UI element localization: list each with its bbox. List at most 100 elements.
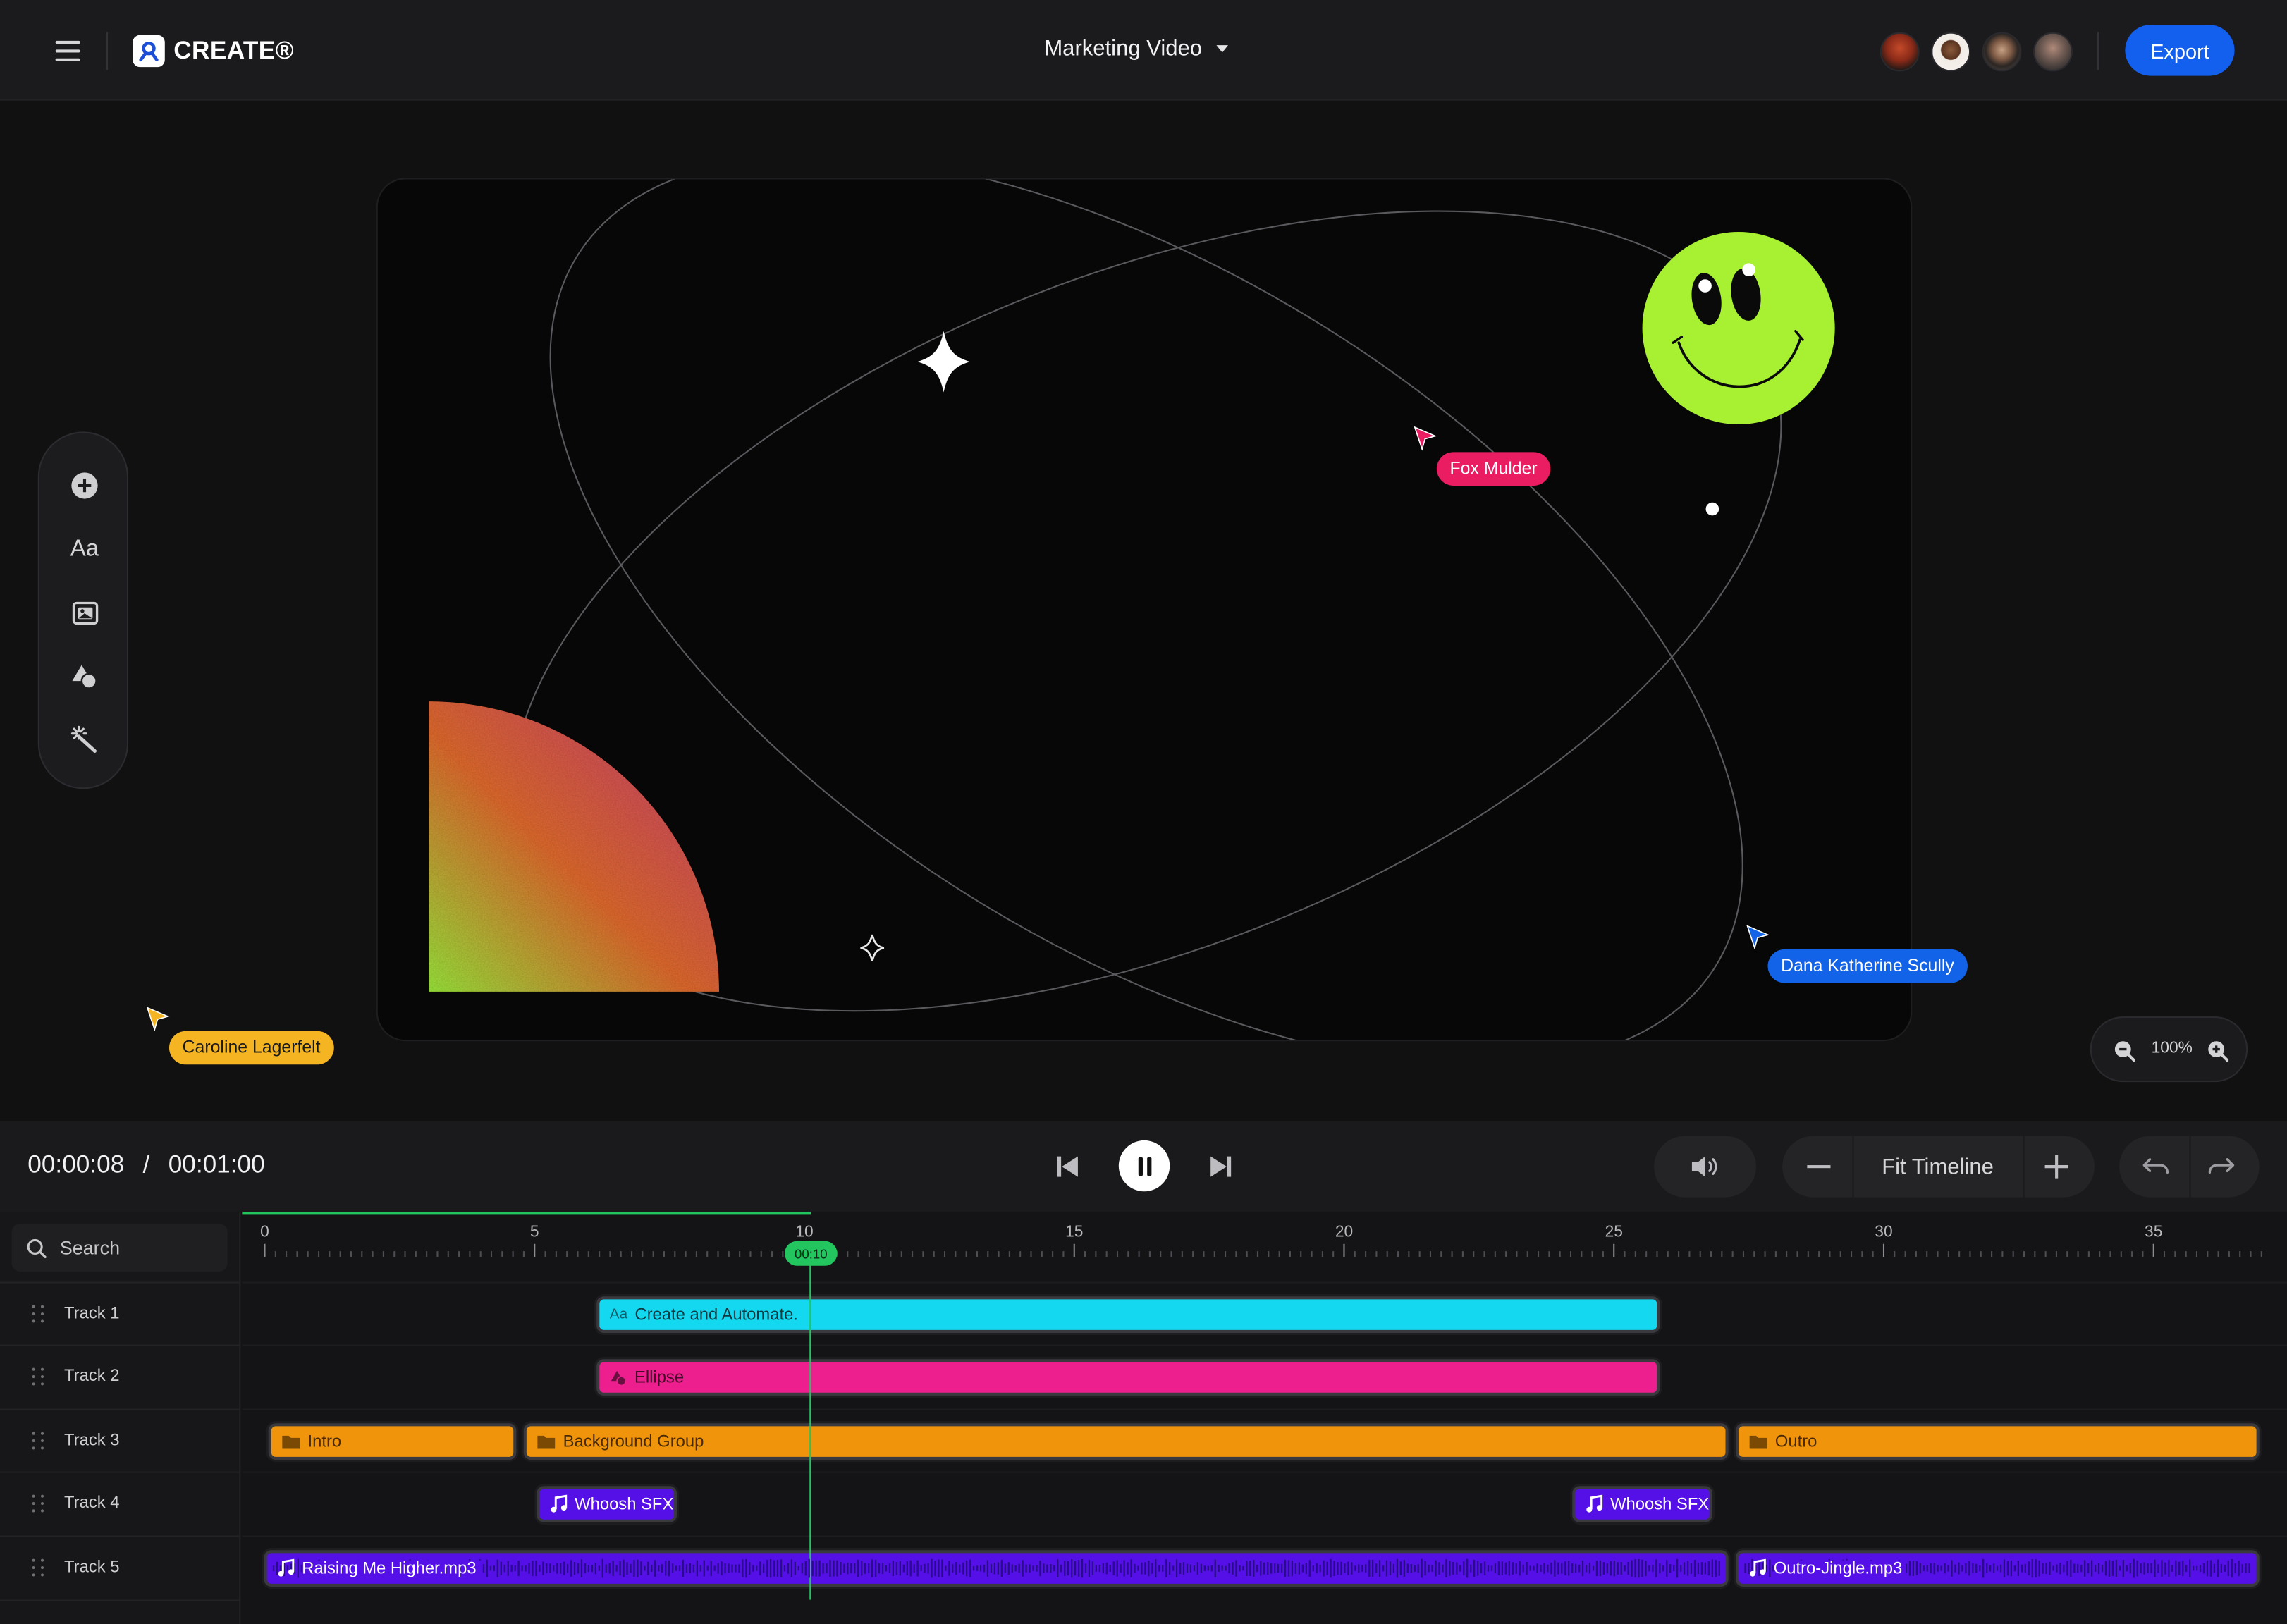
playhead-line[interactable] — [809, 1241, 811, 1600]
track-row[interactable]: Track 5 — [0, 1535, 241, 1599]
waveform-bar — [2185, 1565, 2188, 1572]
clip-audio[interactable]: Raising Me Higher.mp3 — [264, 1550, 1729, 1587]
waveform-bar — [1676, 1558, 1679, 1578]
zoom-in-icon[interactable] — [2204, 1037, 2230, 1063]
waveform-bar — [920, 1565, 922, 1572]
project-title-dropdown[interactable]: Marketing Video — [1044, 37, 1229, 61]
export-button[interactable]: Export — [2125, 25, 2235, 76]
search-input[interactable]: Search — [11, 1223, 228, 1272]
drag-handle-icon[interactable] — [32, 1494, 46, 1513]
text-icon[interactable]: Aa — [63, 528, 106, 572]
add-icon[interactable] — [63, 464, 106, 508]
skip-forward-icon[interactable] — [1205, 1150, 1237, 1183]
ruler-label: 20 — [1335, 1223, 1354, 1241]
music-note-icon — [277, 1558, 295, 1578]
drag-handle-icon[interactable] — [32, 1558, 46, 1577]
clip-group[interactable]: Intro — [268, 1423, 517, 1460]
small-sparkle[interactable] — [860, 934, 885, 961]
waveform-bar — [1004, 1563, 1006, 1573]
clip-text[interactable]: Aa Create and Automate. — [596, 1296, 1660, 1333]
waveform-bar — [808, 1558, 810, 1578]
waveform-bar — [2084, 1560, 2086, 1577]
fit-timeline-button[interactable]: Fit Timeline — [1854, 1136, 2022, 1198]
waveform-bar — [668, 1560, 670, 1577]
playhead-handle[interactable]: 00:10 — [785, 1241, 838, 1266]
waveform-bar — [1144, 1562, 1146, 1575]
waveform-bar — [553, 1565, 555, 1572]
waveform-bar — [703, 1560, 705, 1577]
waveform-bar — [773, 1560, 775, 1577]
redo-icon[interactable] — [2205, 1152, 2238, 1181]
waveform-bar — [1151, 1563, 1153, 1574]
video-canvas[interactable] — [376, 178, 1913, 1042]
pause-button[interactable] — [1118, 1140, 1170, 1192]
editor-stage: Aa Fox Mulder Dana Katherine Scully Caro… — [0, 100, 2287, 1121]
waveform-bar — [1298, 1562, 1301, 1575]
waveform-bar — [1504, 1562, 1507, 1575]
folder-icon — [281, 1434, 300, 1450]
waveform-bar — [1403, 1560, 1405, 1577]
smiley-sticker[interactable] — [1642, 231, 1835, 425]
drag-handle-icon[interactable] — [32, 1367, 46, 1386]
image-icon[interactable] — [63, 591, 106, 634]
waveform-bar — [972, 1565, 975, 1571]
track-row[interactable]: Track 1 — [0, 1281, 241, 1345]
waveform-bar — [1270, 1563, 1273, 1574]
waveform-bar — [1406, 1563, 1409, 1573]
waveform-bar — [1253, 1560, 1255, 1577]
clip-audio[interactable]: Outro-Jingle.mp3 — [1735, 1550, 2260, 1587]
skip-back-icon[interactable] — [1052, 1150, 1084, 1183]
waveform-bar — [1060, 1564, 1062, 1573]
zoom-out-icon[interactable] — [2111, 1037, 2137, 1063]
track-row[interactable]: Track 2 — [0, 1344, 241, 1408]
waveform-bar — [2202, 1563, 2205, 1574]
avatar[interactable] — [1982, 32, 2022, 72]
waveform-bar — [850, 1563, 852, 1574]
plus-icon[interactable] — [2040, 1152, 2073, 1181]
drag-handle-icon[interactable] — [32, 1431, 46, 1451]
sparkle-star[interactable] — [917, 331, 970, 393]
waveform-bar — [1347, 1561, 1349, 1575]
gradient-quarter-circle[interactable] — [429, 701, 719, 992]
waveform-bar — [1610, 1561, 1612, 1576]
avatar[interactable] — [2033, 32, 2073, 72]
drag-handle-icon[interactable] — [32, 1304, 46, 1324]
avatar[interactable] — [1931, 32, 1971, 72]
waveform-bar — [969, 1559, 971, 1577]
timeline-ruler[interactable]: 0 5 10 15 20 25 30 35 — [242, 1212, 2287, 1270]
track-row[interactable]: Track 3 — [0, 1408, 241, 1472]
waveform-bar — [1417, 1564, 1419, 1573]
waveform-bar — [1123, 1560, 1125, 1577]
waveform-bar — [1470, 1564, 1472, 1573]
clip-group[interactable]: Outro — [1735, 1423, 2260, 1460]
waveform-bar — [1547, 1564, 1549, 1573]
waveform-bar — [1102, 1563, 1104, 1574]
volume-icon[interactable] — [1689, 1152, 1722, 1181]
avatar[interactable] — [1880, 32, 1920, 72]
waveform-bar — [535, 1561, 537, 1577]
shapes-icon[interactable] — [63, 655, 106, 699]
magic-wand-icon[interactable] — [63, 718, 106, 761]
minus-icon[interactable] — [1803, 1152, 1835, 1181]
waveform-bar — [598, 1565, 600, 1571]
waveform-bar — [836, 1560, 838, 1577]
waveform-bar — [1312, 1565, 1314, 1572]
waveform-bar — [826, 1563, 828, 1574]
waveform-bar — [1014, 1565, 1017, 1572]
undo-icon[interactable] — [2140, 1152, 2172, 1181]
clip-shape[interactable]: Ellipse — [596, 1359, 1660, 1396]
clip-group[interactable]: Background Group — [523, 1423, 1729, 1460]
track-row[interactable]: Track 4 — [0, 1471, 241, 1534]
waveform-bar — [1655, 1559, 1657, 1577]
timeline-panel: Search Track 1 Track 2 Track 3 Track 4 T… — [0, 1212, 2287, 1624]
clip-label: Ellipse — [634, 1368, 685, 1386]
clip-sfx[interactable]: Whoosh SFX — [537, 1486, 677, 1522]
waveform-bar — [1127, 1562, 1129, 1575]
waveform-bar — [644, 1565, 646, 1571]
menu-icon[interactable] — [44, 32, 90, 70]
top-bar: CREATE® Marketing Video Export — [0, 0, 2287, 101]
clip-sfx[interactable]: Whoosh SFX — [1572, 1486, 1712, 1522]
waveform-bar — [913, 1564, 915, 1573]
waveform-bar — [685, 1564, 688, 1573]
waveform-bar — [1638, 1558, 1640, 1578]
